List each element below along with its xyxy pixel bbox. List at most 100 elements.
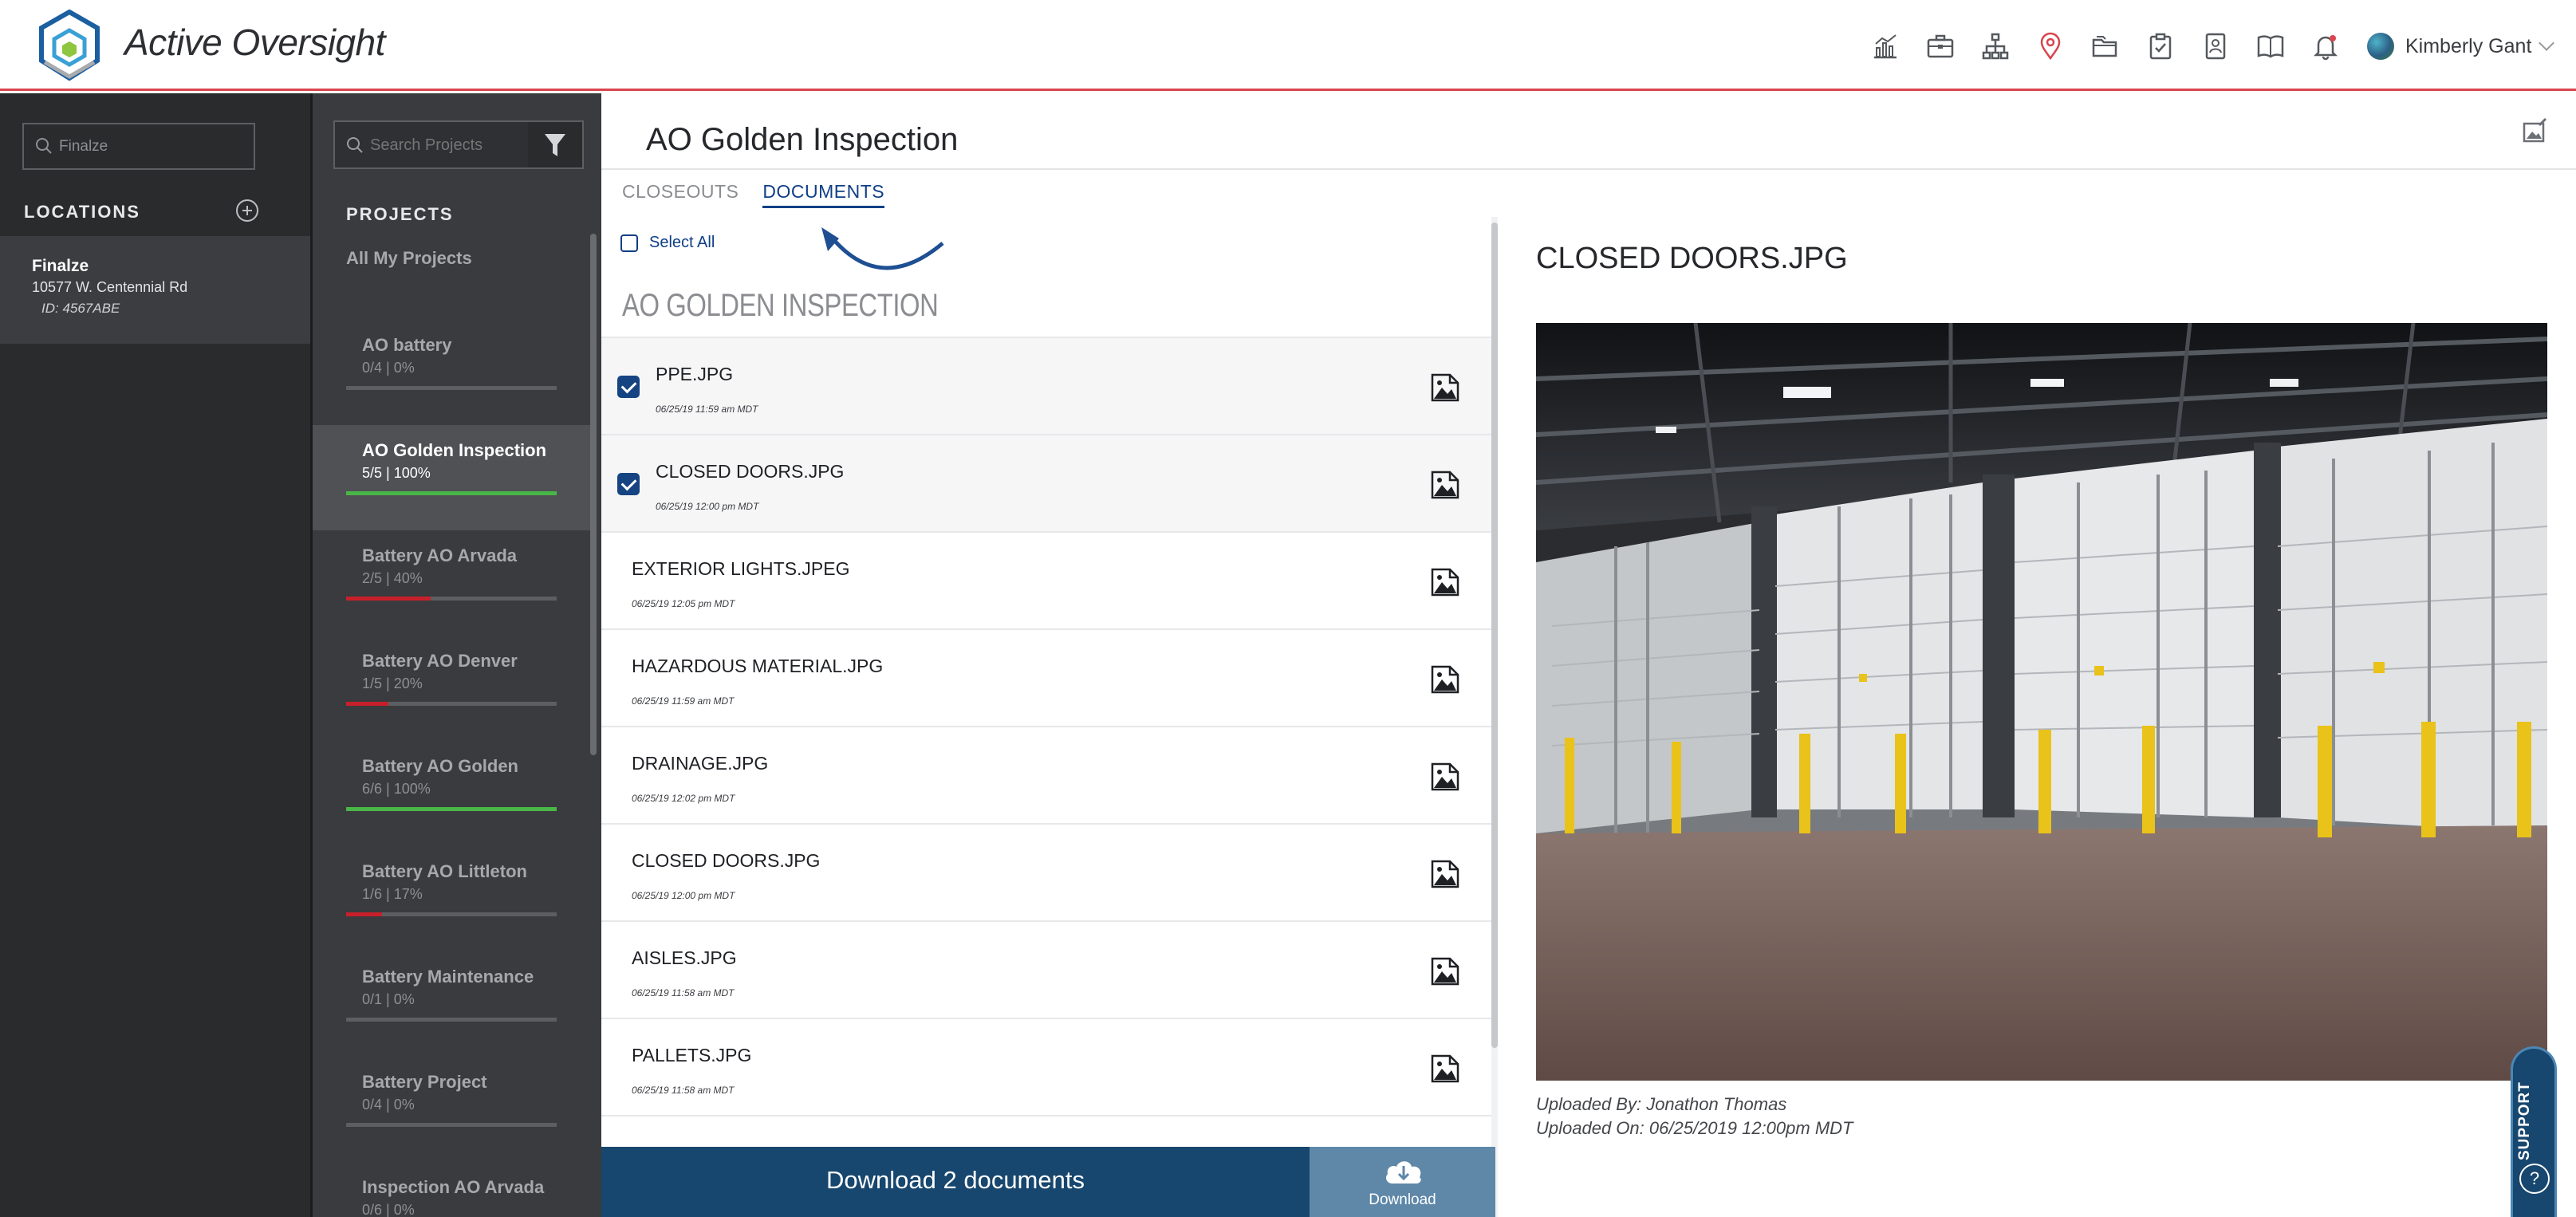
project-item[interactable]: Battery Maintenance 0/1 | 0% (313, 951, 593, 1057)
download-documents-button[interactable]: Download 2 documents (601, 1166, 1310, 1195)
document-name[interactable]: CLOSED DOORS.JPG (656, 461, 844, 482)
all-my-projects-link[interactable]: All My Projects (346, 248, 472, 269)
project-search[interactable] (333, 120, 584, 169)
briefcase-icon[interactable] (1921, 27, 1960, 65)
image-file-icon[interactable] (1431, 857, 1459, 888)
location-pin-icon[interactable] (2031, 27, 2070, 65)
project-progress-bar (346, 1018, 557, 1022)
uploaded-on: Uploaded On: 06/25/2019 12:00pm MDT (1536, 1118, 1853, 1138)
project-item[interactable]: Battery AO Littleton 1/6 | 17% (313, 846, 593, 951)
document-name[interactable]: EXTERIOR LIGHTS.JPEG (632, 558, 850, 580)
add-location-icon[interactable] (236, 199, 258, 222)
project-name: Inspection AO Arvada (362, 1177, 545, 1197)
project-progress-text: 0/4 | 0% (362, 360, 415, 376)
image-file-icon[interactable] (1431, 954, 1459, 986)
project-item[interactable]: Battery AO Arvada 2/5 | 40% (313, 530, 593, 636)
edit-image-icon[interactable] (2522, 117, 2549, 144)
document-row[interactable]: DRAINAGE.JPG 06/25/19 12:02 pm MDT (601, 726, 1491, 823)
help-icon[interactable]: ? (2519, 1164, 2550, 1194)
folders-icon[interactable] (2086, 27, 2125, 65)
tab-documents[interactable]: DOCUMENTS (762, 181, 885, 208)
project-name: Battery Maintenance (362, 967, 534, 987)
select-all-checkbox[interactable] (620, 234, 638, 252)
location-id: ID: 4567ABE (41, 301, 120, 316)
user-name[interactable]: Kimberly Gant (2405, 35, 2531, 58)
document-checkbox[interactable] (617, 473, 640, 495)
filter-button[interactable] (528, 122, 582, 167)
project-progress-fill (346, 491, 557, 495)
project-item[interactable]: Inspection AO Arvada 0/6 | 0% (313, 1162, 593, 1217)
document-row[interactable]: CLOSED DOORS.JPG 06/25/19 12:00 pm MDT (601, 434, 1491, 531)
cloud-download-icon (1386, 1161, 1421, 1184)
document-name[interactable]: PPE.JPG (656, 364, 733, 385)
book-icon[interactable] (2251, 27, 2290, 65)
tab-closeouts[interactable]: CLOSEOUTS (622, 181, 739, 208)
image-file-icon[interactable] (1431, 565, 1459, 597)
document-list: PPE.JPG 06/25/19 11:59 am MDT CLOSED DOORS… (601, 337, 1491, 1134)
avatar[interactable] (2367, 33, 2394, 60)
project-progress-fill (346, 597, 431, 601)
location-address: 10577 W. Centennial Rd (32, 279, 188, 295)
project-item[interactable]: AO battery 0/4 | 0% (313, 320, 593, 425)
checklist-icon[interactable] (2141, 27, 2180, 65)
page-title: AO Golden Inspection (646, 122, 959, 157)
document-list-scrollbar[interactable] (1491, 223, 1498, 1048)
location-name: Finalze (32, 257, 89, 275)
project-search-input[interactable] (370, 132, 530, 158)
tab-bar: CLOSEOUTS DOCUMENTS (622, 181, 908, 208)
image-file-icon[interactable] (1431, 662, 1459, 694)
project-progress-bar (346, 597, 557, 601)
project-name: AO Golden Inspection (362, 440, 547, 460)
document-name[interactable]: PALLETS.JPG (632, 1045, 751, 1066)
document-row[interactable]: SCREEN SHOT 2019-06-25 AT 1.19.43 PM (601, 1115, 1491, 1134)
select-all-label[interactable]: Select All (649, 234, 715, 252)
chevron-down-icon[interactable] (2539, 35, 2555, 51)
preview-image (1536, 323, 2547, 1081)
document-row[interactable]: EXTERIOR LIGHTS.JPEG 06/25/19 12:05 pm MD… (601, 531, 1491, 628)
document-name[interactable]: CLOSED DOORS.JPG (632, 850, 820, 872)
document-row[interactable]: HAZARDOUS MATERIAL.JPG 06/25/19 11:59 am … (601, 628, 1491, 726)
location-search-input[interactable] (59, 134, 219, 160)
contact-card-icon[interactable] (2196, 27, 2235, 65)
download-button[interactable]: Download (1310, 1147, 1495, 1217)
document-row[interactable]: CLOSED DOORS.JPG 06/25/19 12:00 pm MDT (601, 823, 1491, 920)
user-menu[interactable]: Kimberly Gant (2367, 30, 2555, 62)
project-item[interactable]: Battery Project 0/4 | 0% (313, 1057, 593, 1162)
projects-scrollbar[interactable] (590, 234, 597, 755)
location-search[interactable] (22, 123, 255, 170)
bell-icon[interactable] (2306, 27, 2345, 65)
document-name[interactable]: HAZARDOUS MATERIAL.JPG (632, 656, 883, 677)
select-all[interactable]: Select All (620, 234, 715, 252)
support-label[interactable]: SUPPORT (2516, 1081, 2534, 1160)
project-item[interactable]: Battery AO Golden 6/6 | 100% (313, 741, 593, 846)
project-item[interactable]: Battery AO Denver 1/5 | 20% (313, 636, 593, 741)
support-tab[interactable]: SUPPORT ? (2511, 1046, 2557, 1217)
document-checkbox[interactable] (617, 376, 640, 398)
document-name[interactable]: DRAINAGE.JPG (632, 753, 768, 774)
document-row[interactable]: PALLETS.JPG 06/25/19 11:58 am MDT (601, 1018, 1491, 1115)
analytics-icon[interactable] (1866, 27, 1904, 65)
image-file-icon[interactable] (1431, 759, 1459, 791)
org-chart-icon[interactable] (1976, 27, 2015, 65)
main-content: AO Golden Inspection CLOSEOUTS DOCUMENTS… (601, 93, 2576, 1217)
image-file-icon[interactable] (1431, 467, 1459, 499)
image-file-icon[interactable] (1431, 370, 1459, 402)
project-name: AO battery (362, 335, 452, 355)
project-progress-text: 0/6 | 0% (362, 1202, 415, 1217)
project-progress-text: 5/5 | 100% (362, 465, 431, 481)
document-name[interactable]: AISLES.JPG (632, 947, 737, 969)
divider (601, 168, 2576, 170)
app-logo-icon[interactable] (37, 10, 102, 81)
document-date: 06/25/19 12:05 pm MDT (632, 598, 735, 609)
document-date: 06/25/19 11:59 am MDT (632, 695, 735, 707)
project-progress-bar (346, 1123, 557, 1127)
location-item-selected[interactable]: Finalze 10577 W. Centennial Rd ID: 4567A… (0, 236, 310, 344)
project-item[interactable]: AO Golden Inspection 5/5 | 100% (313, 425, 593, 530)
project-progress-text: 6/6 | 100% (362, 781, 431, 797)
document-date: 06/25/19 12:00 pm MDT (632, 890, 735, 901)
document-row[interactable]: PPE.JPG 06/25/19 11:59 am MDT (601, 337, 1491, 434)
image-file-icon[interactable] (1431, 1051, 1459, 1083)
top-nav (1866, 27, 2361, 65)
project-progress-bar (346, 491, 557, 495)
document-row[interactable]: AISLES.JPG 06/25/19 11:58 am MDT (601, 920, 1491, 1018)
